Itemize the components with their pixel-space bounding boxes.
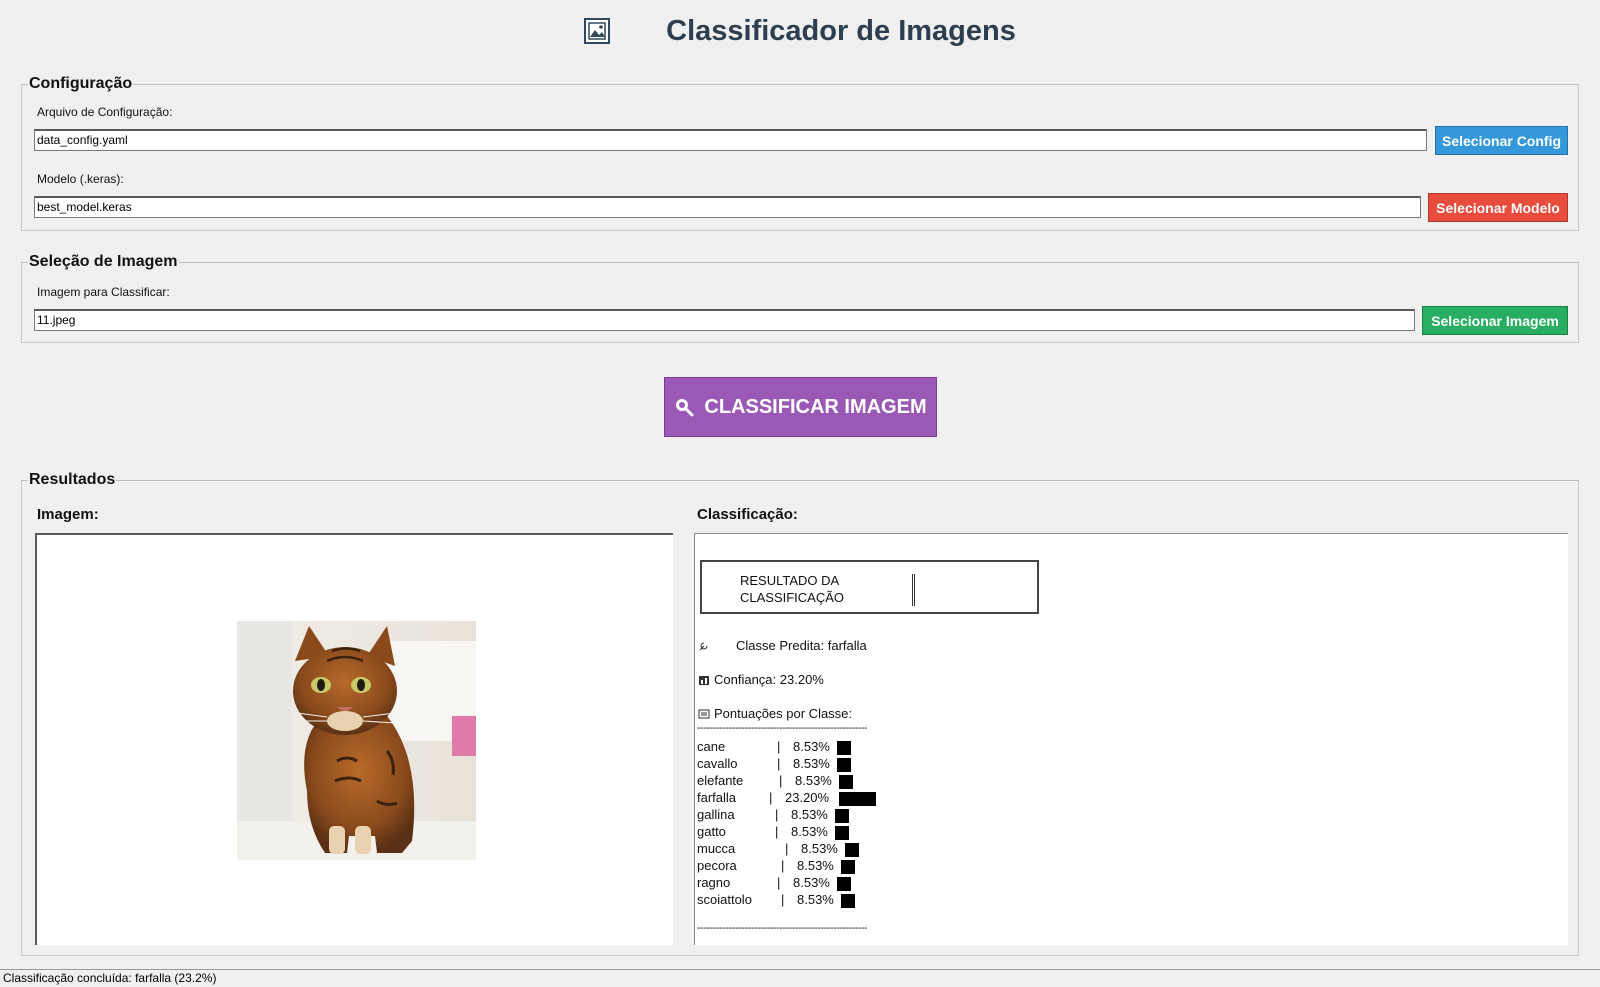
score-class-name: scoiattolo [697,892,752,907]
score-bar [841,860,855,874]
pin-icon [698,640,710,652]
score-percent: 8.53% [791,824,828,839]
score-class-name: elefante [697,773,744,788]
results-legend: Resultados [29,471,116,488]
score-separator: | [785,841,789,856]
image-selection-legend: Seleção de Imagem [29,253,178,270]
score-percent: 23.20% [785,790,830,805]
classify-image-button[interactable]: CLASSIFICAR IMAGEM [664,377,937,437]
predicted-class-row: Classe Predita: farfalla [698,638,867,653]
model-file-input[interactable]: best_model.keras [34,196,1421,218]
score-percent: 8.53% [791,807,828,822]
scores-divider-top: ----------------------------------------… [697,722,867,734]
score-bar [837,758,851,772]
config-legend: Configuração [29,75,133,92]
score-separator: | [769,790,773,805]
score-percent: 8.53% [793,739,830,754]
score-separator: | [781,858,785,873]
score-percent: 8.53% [793,756,830,771]
score-class-name: ragno [697,875,731,890]
cat-photo [237,621,476,860]
predicted-class-text: Classe Predita: farfalla [736,638,867,653]
select-config-button[interactable]: Selecionar Config [1435,126,1568,155]
score-bar [839,775,853,789]
score-percent: 8.53% [795,773,832,788]
score-class-name: gatto [697,824,726,839]
score-bar [837,877,851,891]
score-bar [845,843,859,857]
image-preview-panel [35,533,673,945]
result-title-box: RESULTADO DA CLASSIFICAÇÃO [700,560,1039,614]
select-model-button[interactable]: Selecionar Modelo [1428,193,1568,222]
classify-image-label: CLASSIFICAR IMAGEM [704,395,927,418]
score-class-name: farfalla [697,790,737,805]
score-class-name: cane [697,739,726,754]
score-bar [839,792,876,806]
confidence-row: Confiança: 23.20% [698,672,824,687]
status-bar: Classificação concluída: farfalla (23.2%… [0,969,1600,986]
score-class-name: pecora [697,858,737,873]
score-class-name: gallina [697,807,735,822]
score-percent: 8.53% [797,892,834,907]
image-file-input[interactable]: 11.jpeg [34,309,1415,331]
score-separator: | [779,773,783,788]
classification-output-panel: RESULTADO DA CLASSIFICAÇÃO Classe Predit… [694,533,1568,945]
score-class-name: mucca [697,841,736,856]
score-percent: 8.53% [797,858,834,873]
scores-heading-text: Pontuações por Classe: [714,706,853,721]
score-separator: | [781,892,785,907]
classification-heading: Classificação: [697,506,798,523]
app-title: Classificador de Imagens [666,14,1016,47]
confidence-text: Confiança: 23.20% [714,672,824,687]
score-bar [835,809,849,823]
score-separator: | [777,875,781,890]
result-title-line2: CLASSIFICAÇÃO [740,590,845,605]
score-class-name: cavallo [697,756,738,771]
model-file-label: Modelo (.keras): [37,172,124,186]
result-title-line1: RESULTADO DA [740,573,840,588]
image-heading: Imagem: [37,506,99,523]
score-percent: 8.53% [801,841,838,856]
result-box-divider [912,574,915,606]
list-icon [698,708,710,720]
score-percent: 8.53% [793,875,830,890]
score-separator: | [777,739,781,754]
scores-divider-bottom: ----------------------------------------… [697,922,867,934]
config-file-input[interactable]: data_config.yaml [34,129,1427,151]
score-separator: | [775,807,779,822]
score-separator: | [775,824,779,839]
chart-icon [698,674,710,686]
score-separator: | [777,756,781,771]
magnifier-icon [674,397,694,417]
image-file-label: Imagem para Classificar: [37,285,170,299]
score-bar [841,894,855,908]
framed-picture-icon [584,18,611,44]
scores-heading-row: Pontuações por Classe: [698,706,852,721]
select-image-button[interactable]: Selecionar Imagem [1422,306,1568,335]
score-bar [837,741,851,755]
app-header: Classificador de Imagens [0,8,1600,54]
config-file-label: Arquivo de Configuração: [37,105,173,119]
score-bar [835,826,849,840]
